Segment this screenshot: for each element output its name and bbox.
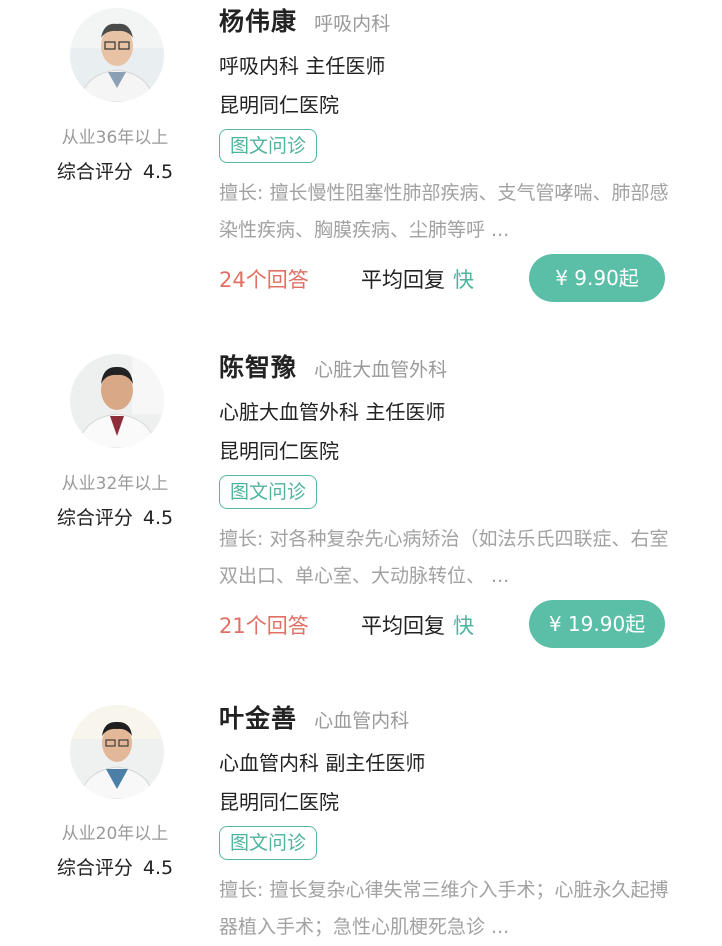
hospital-name: 昆明同仁医院 [219,790,339,814]
hospital-name: 昆明同仁医院 [219,93,339,117]
rating-label: 综合评分 [56,161,133,183]
rating-label: 综合评分 [56,857,133,879]
reply-label: 平均回复 [361,614,445,638]
rating-value: 4.5 [142,507,174,529]
rating-label: 综合评分 [56,507,133,529]
years-of-practice: 从业36年以上 [61,128,169,148]
years-of-practice: 从业20年以上 [61,824,169,844]
name-row: 叶金善 心血管内科 [219,699,409,735]
rating: 综合评分 4.5 [30,853,200,880]
reply-speed: 快 [453,268,474,292]
rating-value: 4.5 [142,857,174,879]
rating: 综合评分 4.5 [30,157,200,184]
price-button[interactable]: ¥ 9.90起 [529,254,665,302]
average-reply: 平均回复快 [361,264,474,294]
reply-speed: 快 [453,614,474,638]
price-button[interactable]: ¥ 19.90起 [529,600,665,648]
department-tag: 心血管内科 [314,710,410,732]
doctor-name: 陈智豫 [219,353,298,382]
service-tag-text-consult[interactable]: 图文问诊 [219,475,318,509]
doctor-card[interactable]: 从业32年以上 综合评分 4.5 陈智豫 心脏大血管外科 心脏大血管外科 主任医… [0,346,722,686]
rating-value: 4.5 [142,161,174,183]
answer-count: 21个回答 [219,614,309,638]
doctor-avatar [70,354,164,448]
specialty-description: 擅长: 擅长复杂心律失常三维介入手术；心脏永久起搏器植入手术；急性心肌梗死急诊 … [219,879,669,938]
doctor-name: 杨伟康 [219,7,298,36]
doctor-name: 叶金善 [219,704,298,733]
specialty-description: 擅长: 对各种复杂先心病矫治（如法乐氏四联症、右室双出口、单心室、大动脉转位、 … [219,528,669,587]
answer-count: 24个回答 [219,268,309,292]
name-row: 杨伟康 呼吸内科 [219,2,390,38]
doctor-title: 呼吸内科 主任医师 [219,54,386,78]
doctor-avatar [70,705,164,799]
name-row: 陈智豫 心脏大血管外科 [219,348,447,384]
service-tag-text-consult[interactable]: 图文问诊 [219,826,318,860]
doctor-title: 心脏大血管外科 主任医师 [219,400,446,424]
rating: 综合评分 4.5 [30,503,200,530]
department-tag: 心脏大血管外科 [314,359,448,381]
doctor-avatar [70,8,164,102]
doctor-title: 心血管内科 副主任医师 [219,751,426,775]
doctor-card[interactable]: 从业36年以上 综合评分 4.5 杨伟康 呼吸内科 呼吸内科 主任医师 昆明同仁… [0,0,722,340]
department-tag: 呼吸内科 [314,13,391,35]
years-of-practice: 从业32年以上 [61,474,169,494]
average-reply: 平均回复快 [361,610,474,640]
doctor-card[interactable]: 从业20年以上 综合评分 4.5 叶金善 心血管内科 心血管内科 副主任医师 昆… [0,697,722,944]
specialty-description: 擅长: 擅长慢性阻塞性肺部疾病、支气管哮喘、肺部感染性疾病、胸膜疾病、尘肺等呼 … [219,182,669,241]
reply-label: 平均回复 [361,268,445,292]
service-tag-text-consult[interactable]: 图文问诊 [219,129,318,163]
hospital-name: 昆明同仁医院 [219,439,339,463]
